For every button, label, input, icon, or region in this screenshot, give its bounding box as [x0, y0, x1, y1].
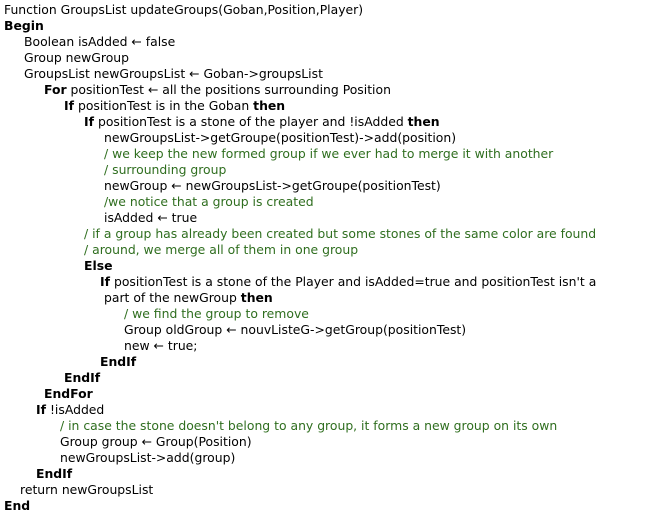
code-line: newGroup ← newGroupsList->getGroupe(posi…	[104, 178, 654, 194]
code-line: EndIf	[64, 370, 654, 386]
code-text: isAdded ← true	[104, 210, 198, 225]
comment-text: / we keep the new formed group if we eve…	[104, 146, 554, 161]
comment-text: / around, we merge all of them in one gr…	[84, 242, 359, 257]
code-text: return newGroupsList	[20, 482, 154, 497]
code-text: newGroupsList->getGroupe(positionTest)->…	[104, 130, 457, 145]
code-text: newGroupsList->add(group)	[60, 450, 236, 465]
keyword: EndIf	[36, 466, 73, 481]
code-text: GroupsList newGroupsList ← Goban->groups…	[24, 66, 323, 81]
code-line: / in case the stone doesn't belong to an…	[60, 418, 654, 434]
code-line: Group newGroup	[24, 50, 654, 66]
keyword: Else	[84, 258, 113, 273]
code-text: new ← true;	[124, 338, 198, 353]
code-text: positionTest ← all the positions surroun…	[66, 82, 391, 97]
keyword: EndIf	[64, 370, 101, 385]
keyword: If	[36, 402, 47, 417]
comment-text: / if a group has already been created bu…	[84, 226, 597, 241]
code-line: Function GroupsList updateGroups(Goban,P…	[4, 2, 654, 18]
keyword: If	[84, 114, 95, 129]
code-line: EndFor	[44, 386, 654, 402]
comment-text: / surrounding group	[104, 162, 227, 177]
code-line: newGroupsList->add(group)	[60, 450, 654, 466]
keyword: For	[44, 82, 67, 97]
code-line: isAdded ← true	[104, 210, 654, 226]
code-text: positionTest is in the Goban	[74, 98, 254, 113]
code-line: / we keep the new formed group if we eve…	[104, 146, 654, 162]
code-line: return newGroupsList	[20, 482, 654, 498]
code-line: End	[4, 498, 654, 514]
keyword: If	[64, 98, 75, 113]
code-line: part of the newGroup then	[104, 290, 654, 306]
keyword: then	[407, 114, 440, 129]
keyword: If	[100, 274, 111, 289]
code-line: new ← true;	[124, 338, 654, 354]
code-line: / around, we merge all of them in one gr…	[84, 242, 654, 258]
code-line: Group oldGroup ← nouvListeG->getGroup(po…	[124, 322, 654, 338]
code-line: If positionTest is in the Goban then	[64, 98, 654, 114]
comment-text: /we notice that a group is created	[104, 194, 314, 209]
code-line: / we find the group to remove	[124, 306, 654, 322]
code-line: For positionTest ← all the positions sur…	[44, 82, 654, 98]
code-text: part of the newGroup	[104, 290, 241, 305]
code-line: Else	[84, 258, 654, 274]
code-text: newGroup ← newGroupsList->getGroupe(posi…	[104, 178, 441, 193]
code-line: EndIf	[100, 354, 654, 370]
keyword: EndIf	[100, 354, 137, 369]
code-text: Group newGroup	[24, 50, 129, 65]
code-line: /we notice that a group is created	[104, 194, 654, 210]
code-text: Group group ← Group(Position)	[60, 434, 252, 449]
keyword: then	[240, 290, 273, 305]
code-line: / surrounding group	[104, 162, 654, 178]
code-text: positionTest is a stone of the player an…	[94, 114, 408, 129]
code-line: / if a group has already been created bu…	[84, 226, 654, 242]
keyword: Begin	[4, 18, 44, 33]
code-line: GroupsList newGroupsList ← Goban->groups…	[24, 66, 654, 82]
keyword: then	[253, 98, 286, 113]
code-text: !isAdded	[46, 402, 105, 417]
pseudocode-listing: Function GroupsList updateGroups(Goban,P…	[0, 0, 658, 517]
comment-text: / we find the group to remove	[124, 306, 309, 321]
code-text: positionTest is a stone of the Player an…	[110, 274, 597, 289]
code-text: Function GroupsList updateGroups(Goban,P…	[4, 2, 364, 17]
keyword: EndFor	[44, 386, 93, 401]
comment-text: / in case the stone doesn't belong to an…	[60, 418, 558, 433]
code-line: Group group ← Group(Position)	[60, 434, 654, 450]
code-line: Boolean isAdded ← false	[24, 34, 654, 50]
code-line: EndIf	[36, 466, 654, 482]
code-line: Begin	[4, 18, 654, 34]
code-line: If positionTest is a stone of the player…	[84, 114, 654, 130]
keyword: End	[4, 498, 31, 513]
code-line: newGroupsList->getGroupe(positionTest)->…	[104, 130, 654, 146]
code-text: Group oldGroup ← nouvListeG->getGroup(po…	[124, 322, 467, 337]
code-text: Boolean isAdded ← false	[24, 34, 176, 49]
code-line: If positionTest is a stone of the Player…	[100, 274, 654, 290]
code-line: If !isAdded	[36, 402, 654, 418]
